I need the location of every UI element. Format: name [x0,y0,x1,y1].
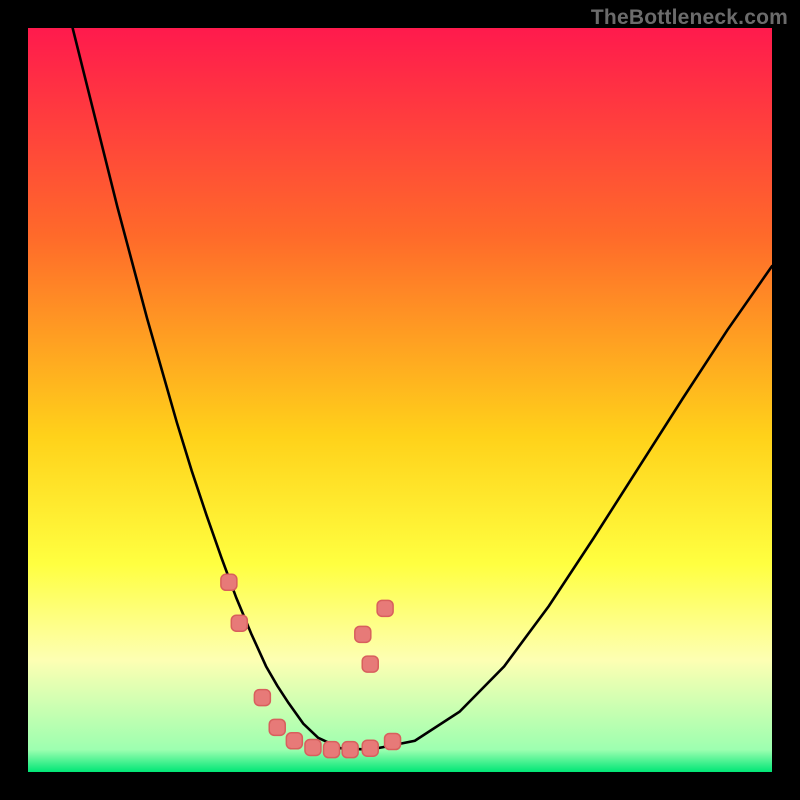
curve-marker [377,600,393,616]
curve-marker [286,733,302,749]
curve-marker [355,626,371,642]
curve-marker [362,740,378,756]
gradient-background [28,28,772,772]
watermark-text: TheBottleneck.com [591,6,788,30]
curve-marker [362,656,378,672]
curve-marker [342,742,358,758]
curve-marker [254,690,270,706]
curve-marker [305,739,321,755]
curve-marker [231,615,247,631]
curve-marker [221,574,237,590]
gradient-rect [28,28,772,772]
chart-frame [28,28,772,772]
chart-svg [28,28,772,772]
curve-marker [385,734,401,750]
curve-marker [269,719,285,735]
curve-marker [324,742,340,758]
